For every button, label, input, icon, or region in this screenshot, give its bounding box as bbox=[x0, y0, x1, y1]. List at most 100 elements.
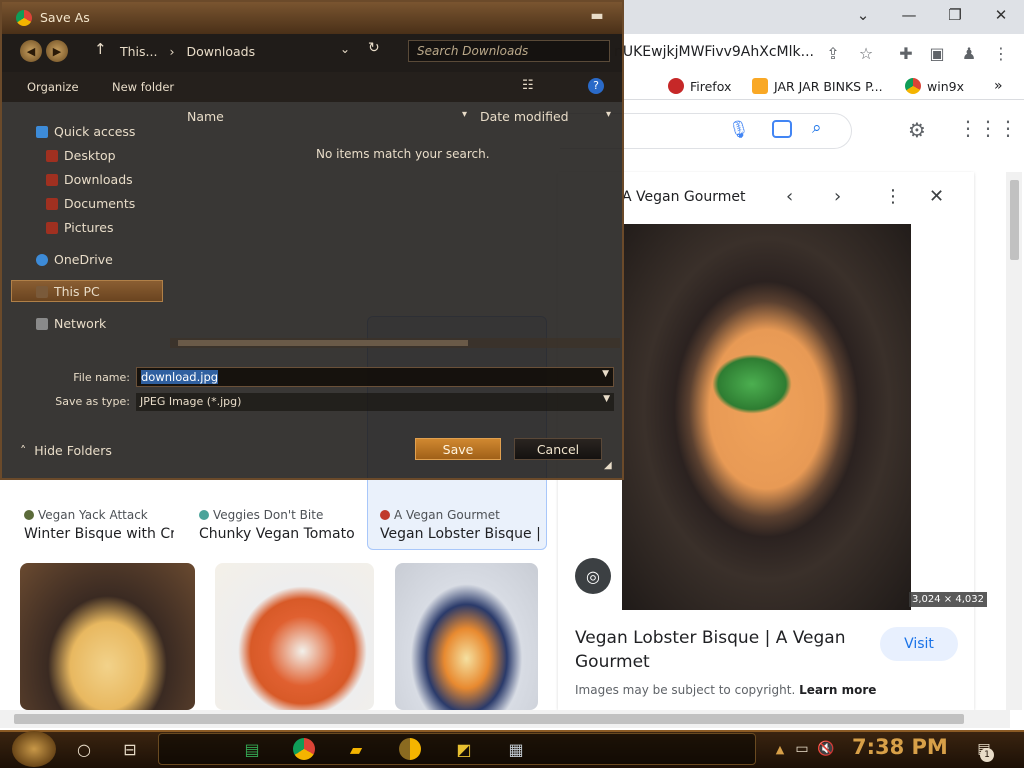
learn-more-link[interactable]: Learn more bbox=[799, 683, 876, 697]
path-dropdown-icon[interactable]: ⌄ bbox=[340, 42, 350, 56]
google-lens-icon[interactable]: ◎ bbox=[575, 558, 611, 594]
save-button[interactable]: Save bbox=[415, 438, 501, 460]
menu-kebab-icon[interactable]: ⋮ bbox=[986, 38, 1016, 68]
volume-muted-icon[interactable]: 🔇 bbox=[810, 734, 842, 764]
chrome-logo-icon bbox=[293, 738, 315, 760]
preview-image[interactable] bbox=[622, 224, 911, 610]
dialog-titlebar[interactable] bbox=[2, 2, 622, 34]
help-icon[interactable]: ? bbox=[588, 78, 604, 94]
visit-button[interactable]: Visit bbox=[880, 627, 958, 661]
scrollbar-thumb[interactable] bbox=[178, 340, 468, 346]
nav-network[interactable]: Network bbox=[36, 316, 106, 331]
taskbar-clock[interactable]: 7:38 PM bbox=[852, 735, 948, 759]
sheets-app-icon[interactable]: ▤ bbox=[236, 734, 268, 764]
profile-avatar[interactable]: ♟ bbox=[954, 38, 984, 68]
empty-message: No items match your search. bbox=[316, 147, 490, 161]
hide-folders-toggle[interactable]: ˄ Hide Folders bbox=[20, 443, 112, 458]
scrollbar-thumb[interactable] bbox=[14, 714, 964, 724]
close-preview-icon[interactable]: ✕ bbox=[929, 186, 944, 207]
nav-desktop[interactable]: Desktop bbox=[46, 148, 116, 163]
sidepanel-icon[interactable]: ▣ bbox=[922, 38, 952, 68]
app-window-icon[interactable]: ▦ bbox=[500, 734, 532, 764]
view-options-icon[interactable]: ☷ bbox=[522, 78, 534, 93]
more-options-icon[interactable]: ⋮ bbox=[884, 186, 902, 207]
apps-grid-icon[interactable]: ⋮⋮⋮ bbox=[958, 116, 1018, 140]
extensions-icon[interactable]: ✚ bbox=[891, 38, 921, 68]
result-thumbnail[interactable] bbox=[395, 563, 538, 710]
resize-grip-icon[interactable]: ◢ bbox=[604, 460, 612, 471]
result-title[interactable]: Vegan Lobster Bisque |... bbox=[380, 526, 540, 542]
bookmark-win9x[interactable]: win9x bbox=[905, 76, 964, 96]
scrollbar-thumb[interactable] bbox=[1010, 180, 1019, 260]
next-arrow-icon[interactable]: › bbox=[834, 186, 841, 207]
sort-chevron-icon[interactable]: ▾ bbox=[462, 109, 467, 120]
save-type-value: JPEG Image (*.jpg) bbox=[140, 395, 242, 408]
folder-icon bbox=[46, 173, 58, 186]
file-list[interactable] bbox=[170, 102, 620, 342]
start-button[interactable] bbox=[12, 731, 56, 767]
file-name-dropdown-icon[interactable]: ▼ bbox=[602, 369, 609, 379]
nav-downloads[interactable]: Downloads bbox=[46, 172, 133, 187]
result-thumbnail[interactable] bbox=[215, 563, 374, 710]
nav-onedrive[interactable]: OneDrive bbox=[36, 252, 113, 267]
column-chevron-icon[interactable]: ▾ bbox=[606, 109, 611, 120]
minimize-button[interactable]: — bbox=[886, 0, 932, 30]
result-title[interactable]: Chunky Vegan Tomato... bbox=[199, 526, 355, 542]
site-favicon-icon bbox=[24, 510, 34, 520]
chrome-taskbar-icon[interactable] bbox=[288, 734, 320, 764]
close-button[interactable]: ✕ bbox=[978, 0, 1024, 30]
bookmark-star-icon[interactable]: ☆ bbox=[851, 38, 881, 68]
new-folder-button[interactable]: New folder bbox=[112, 80, 174, 94]
search-downloads-input[interactable]: Search Downloads bbox=[408, 40, 610, 62]
file-list-scrollbar[interactable] bbox=[170, 338, 620, 348]
site-favicon-icon bbox=[199, 510, 209, 520]
bookmark-label: Firefox bbox=[690, 78, 732, 94]
save-type-label: Save as type: bbox=[55, 395, 130, 408]
save-type-select[interactable]: JPEG Image (*.jpg) ▼ bbox=[136, 393, 614, 411]
task-view-icon[interactable]: ⊟ bbox=[114, 734, 146, 764]
nav-documents[interactable]: Documents bbox=[46, 196, 135, 211]
settings-gear-icon[interactable]: ⚙ bbox=[908, 118, 926, 142]
restore-button[interactable]: ❐ bbox=[932, 0, 978, 30]
save-type-dropdown-icon[interactable]: ▼ bbox=[603, 394, 610, 404]
bookmark-jarjar[interactable]: JAR JAR BINKS P... bbox=[752, 76, 883, 96]
file-explorer-icon[interactable]: ▰ bbox=[340, 734, 372, 764]
tab-search-icon[interactable]: ⌄ bbox=[840, 0, 886, 30]
column-name[interactable]: Name bbox=[187, 109, 224, 124]
dialog-close-icon[interactable]: ▬ bbox=[582, 8, 612, 28]
horizontal-scrollbar[interactable] bbox=[0, 710, 1010, 728]
url-text[interactable]: nUKEwjkjMWFivv9AhXcMlk... bbox=[614, 44, 814, 60]
result-thumbnail[interactable] bbox=[20, 563, 195, 710]
preview-source[interactable]: A Vegan Gourmet bbox=[622, 189, 745, 205]
previous-arrow-icon[interactable]: ‹ bbox=[786, 186, 793, 207]
back-icon[interactable]: ◀ bbox=[20, 40, 42, 62]
site-favicon-icon bbox=[380, 510, 390, 520]
cancel-button[interactable]: Cancel bbox=[514, 438, 602, 460]
result-title[interactable]: Winter Bisque with Cr... bbox=[24, 526, 174, 542]
chrome-canary-icon[interactable] bbox=[394, 734, 426, 764]
breadcrumb[interactable]: This... › Downloads bbox=[120, 39, 360, 63]
column-date-modified[interactable]: Date modified bbox=[480, 109, 569, 124]
copyright-notice: Images may be subject to copyright. Lear… bbox=[575, 683, 877, 697]
share-icon[interactable]: ⇪ bbox=[818, 38, 848, 68]
up-arrow-icon[interactable]: ↑ bbox=[94, 40, 107, 58]
vertical-scrollbar[interactable] bbox=[1006, 172, 1022, 710]
nav-quick-access[interactable]: Quick access bbox=[36, 124, 135, 139]
bookmarks-overflow-icon[interactable]: » bbox=[994, 76, 1003, 96]
file-name-input[interactable]: download.jpg ▼ bbox=[136, 367, 614, 387]
voice-search-icon[interactable]: 🎙 bbox=[728, 120, 750, 140]
refresh-icon[interactable]: ↻ bbox=[368, 40, 380, 56]
nav-pictures[interactable]: Pictures bbox=[46, 220, 114, 235]
organize-button[interactable]: Organize bbox=[27, 80, 79, 94]
bookmark-firefox[interactable]: Firefox bbox=[668, 76, 731, 96]
preview-title[interactable]: Vegan Lobster Bisque | A Vegan Gourmet bbox=[575, 626, 865, 674]
folder-icon bbox=[46, 149, 58, 162]
forward-icon[interactable]: ▶ bbox=[46, 40, 68, 62]
breadcrumb-downloads[interactable]: Downloads bbox=[186, 44, 255, 59]
search-circle-icon[interactable]: ○ bbox=[68, 734, 100, 764]
search-icon[interactable]: ⌕ bbox=[812, 118, 822, 138]
sticky-notes-icon[interactable]: ◩ bbox=[448, 734, 480, 764]
breadcrumb-this-pc[interactable]: This... bbox=[120, 44, 157, 59]
lens-search-icon[interactable] bbox=[772, 120, 792, 138]
nav-this-pc[interactable]: This PC bbox=[36, 284, 100, 299]
